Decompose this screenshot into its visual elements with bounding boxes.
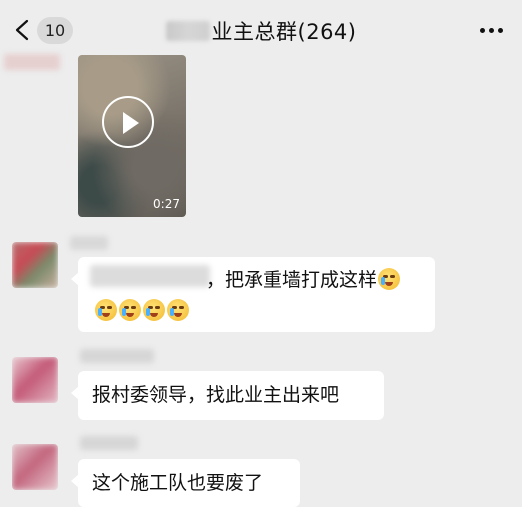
blurred-sender-name xyxy=(70,236,108,250)
blurred-sender-name xyxy=(4,54,60,70)
blurred-sender-name xyxy=(80,349,154,363)
message-text-content: ，把承重墙打成这样 xyxy=(206,269,378,291)
avatar[interactable] xyxy=(12,444,58,490)
chat-header: 10 业主总群(264) xyxy=(0,0,522,62)
message-bubble[interactable]: 这个施工队也要废了 xyxy=(71,459,300,507)
blurred-sender-name xyxy=(80,436,138,450)
crying-face-emoji xyxy=(167,299,189,321)
chat-title-area: 业主总群(264) xyxy=(0,0,522,62)
crying-face-emoji xyxy=(378,268,401,290)
message-text: 报村委领导，找此业主出来吧 xyxy=(92,384,340,406)
play-icon[interactable] xyxy=(102,96,154,148)
blurred-group-name xyxy=(165,21,210,41)
chat-title: 业主总群(264) xyxy=(211,20,357,44)
more-dots-icon[interactable] xyxy=(480,23,506,37)
video-duration: 0:27 xyxy=(153,197,180,211)
message-bubble[interactable]: 报村委领导，找此业主出来吧 xyxy=(71,371,384,420)
emoji-row xyxy=(94,296,190,326)
avatar[interactable] xyxy=(12,242,58,288)
message-bubble[interactable]: ，把承重墙打成这样 xyxy=(71,257,435,332)
avatar[interactable] xyxy=(12,357,58,403)
blurred-message-text xyxy=(90,265,210,287)
message-text: ，把承重墙打成这样 xyxy=(206,265,401,295)
crying-face-emoji xyxy=(119,299,141,321)
crying-face-emoji xyxy=(143,299,165,321)
crying-face-emoji xyxy=(95,299,117,321)
video-message[interactable]: 0:27 xyxy=(78,55,186,217)
message-text: 这个施工队也要废了 xyxy=(92,472,264,494)
